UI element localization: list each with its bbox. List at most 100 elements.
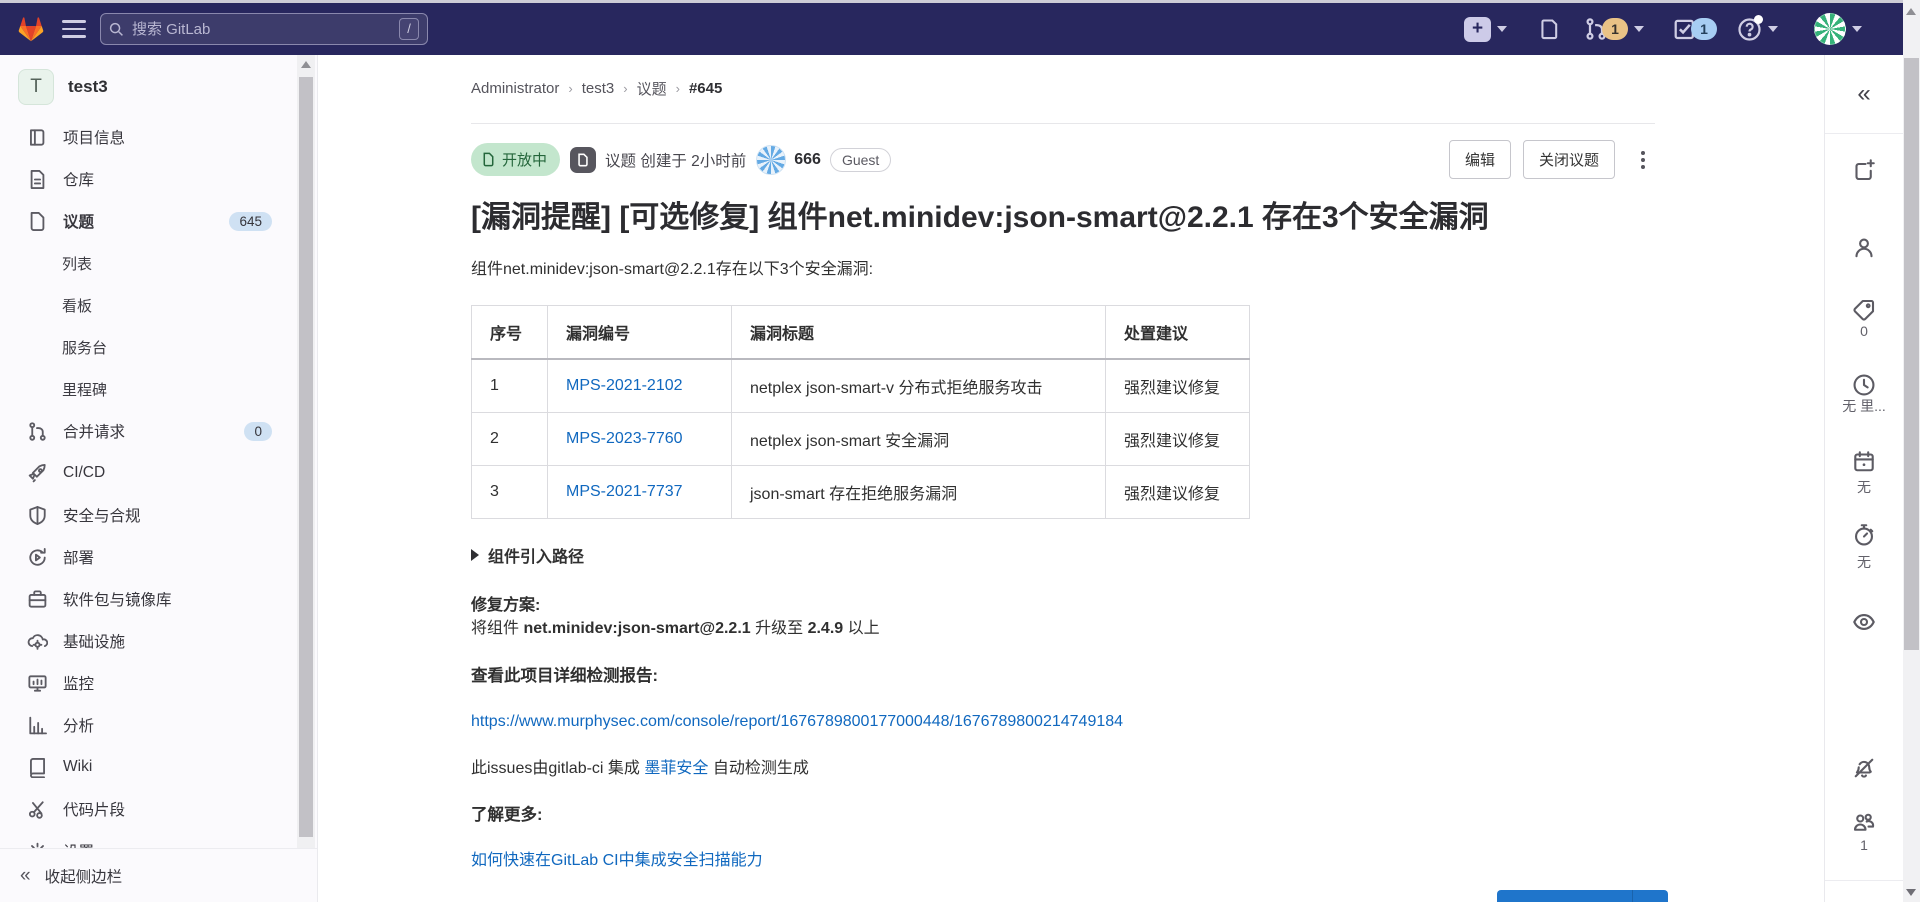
- issue-status-row: 开放中 议题 创建于 2小时前 666 Guest 编辑 关闭议题: [471, 140, 1655, 179]
- chevron-down-icon: [1852, 26, 1862, 32]
- confidentiality-button[interactable]: [1825, 610, 1903, 639]
- sidebar-item-merge-requests[interactable]: 合并请求 0: [0, 410, 298, 452]
- project-name: test3: [68, 77, 108, 96]
- sidebar-item-wiki[interactable]: Wiki: [0, 746, 298, 788]
- sidebar-item-settings[interactable]: 设置: [0, 830, 298, 848]
- gitlab-logo-icon[interactable]: [17, 16, 45, 42]
- add-todo-button[interactable]: [1825, 158, 1903, 187]
- sidebar-item-issues[interactable]: 议题 645: [0, 200, 298, 242]
- sidebar-item-security[interactable]: 安全与合规: [0, 494, 298, 536]
- page-scrollbar-thumb[interactable]: [1904, 58, 1919, 650]
- vuln-link[interactable]: MPS-2023-7760: [566, 430, 683, 447]
- milestone-value: 无 里...: [1842, 398, 1886, 414]
- table-row: 1 MPS-2021-2102 netplex json-smart-v 分布式…: [471, 358, 1250, 413]
- scroll-down-arrow-icon[interactable]: [1906, 889, 1916, 896]
- due-date-button[interactable]: [1825, 450, 1903, 479]
- issue-meta: 议题 创建于 2小时前: [605, 152, 747, 170]
- sidebar-item-snippets[interactable]: 代码片段: [0, 788, 298, 830]
- due-date-value: 无: [1857, 479, 1871, 495]
- collapse-sidebar-button[interactable]: « 收起侧边栏: [0, 848, 317, 902]
- learn-more-link[interactable]: 如何快速在GitLab CI中集成安全扫描能力: [471, 852, 763, 869]
- sidebar-item-milestones[interactable]: 里程碑: [0, 368, 298, 410]
- sidebar-item-infrastructure[interactable]: 基础设施: [0, 620, 298, 662]
- mr-dropdown-caret[interactable]: [1632, 890, 1668, 902]
- learn-more-label: 了解更多:: [471, 806, 543, 824]
- sidebar-item-issue-list[interactable]: 列表: [0, 242, 298, 284]
- table-row: 2 MPS-2023-7760 netplex json-smart 安全漏洞 …: [471, 412, 1250, 466]
- vuln-link[interactable]: MPS-2021-7737: [566, 483, 683, 500]
- murphysec-link[interactable]: 墨菲安全: [644, 760, 708, 777]
- scroll-up-arrow-icon[interactable]: [301, 61, 311, 68]
- page-scrollbar[interactable]: [1903, 0, 1920, 902]
- labels-count: 0: [1860, 323, 1868, 339]
- sidebar-item-analytics[interactable]: 分析: [0, 704, 298, 746]
- assignee-button[interactable]: [1825, 236, 1903, 265]
- report-link[interactable]: https://www.murphysec.com/console/report…: [471, 713, 1123, 730]
- global-search[interactable]: /: [100, 13, 428, 45]
- project-sidebar: T test3 项目信息 仓库 议题 645 列表 看板 服务台 里程碑 合并请…: [0, 55, 318, 902]
- sidebar-item-packages[interactable]: 软件包与镜像库: [0, 578, 298, 620]
- time-tracking-button[interactable]: [1825, 523, 1903, 552]
- sidebar-scrollbar-thumb[interactable]: [299, 77, 313, 837]
- fix-plan-label: 修复方案:: [471, 597, 541, 614]
- hamburger-menu-icon[interactable]: [62, 20, 86, 38]
- monitor-icon: [27, 673, 48, 694]
- sidebar-item-monitor[interactable]: 监控: [0, 662, 298, 704]
- create-merge-request-button[interactable]: 创建合并请求: [1497, 890, 1668, 902]
- table-row: 3 MPS-2021-7737 json-smart 存在拒绝服务漏洞 强烈建议…: [471, 465, 1250, 519]
- shield-icon: [27, 505, 48, 526]
- author-name[interactable]: 666: [794, 151, 821, 169]
- sidebar-item-deployments[interactable]: 部署: [0, 536, 298, 578]
- search-input[interactable]: [132, 20, 399, 38]
- issues-icon: [27, 211, 48, 232]
- rocket-icon: [27, 463, 48, 484]
- todo-count-badge: 1: [1691, 18, 1717, 40]
- sidebar-item-cicd[interactable]: CI/CD: [0, 452, 298, 494]
- new-menu-button[interactable]: +: [1464, 3, 1507, 55]
- window-top-edge: [0, 0, 1920, 3]
- sidebar-item-repository[interactable]: 仓库: [0, 158, 298, 200]
- sidebar-item-service-desk[interactable]: 服务台: [0, 326, 298, 368]
- help-menu-button[interactable]: [1737, 3, 1778, 55]
- more-actions-icon[interactable]: [1631, 144, 1655, 176]
- participants-button[interactable]: [1825, 811, 1903, 840]
- sidebar-item-project-info[interactable]: 项目信息: [0, 116, 298, 158]
- issue-actions: 编辑 关闭议题: [1448, 140, 1655, 179]
- time-tracking-value: 无: [1857, 554, 1871, 570]
- sidebar-scrollbar[interactable]: [297, 55, 315, 848]
- user-menu-button[interactable]: [1814, 3, 1862, 55]
- document-icon: [27, 169, 48, 190]
- chevron-down-icon: [1497, 26, 1507, 32]
- author-avatar[interactable]: [756, 144, 787, 175]
- todos-button[interactable]: 1: [1673, 3, 1717, 55]
- status-badge: 开放中: [471, 143, 561, 176]
- participants-count: 1: [1860, 837, 1868, 853]
- issues-icon: [1541, 19, 1558, 40]
- package-icon: [27, 589, 48, 610]
- issues-shortcut-button[interactable]: [1539, 3, 1561, 55]
- project-header[interactable]: T test3: [18, 69, 108, 105]
- breadcrumb: Administrator › test3 › 议题 › #645: [471, 78, 723, 99]
- scroll-up-arrow-icon[interactable]: [1906, 8, 1916, 15]
- merge-request-icon: [27, 421, 48, 442]
- breadcrumb-issues[interactable]: 议题: [637, 78, 667, 99]
- component-path-toggle[interactable]: 组件引入路径: [471, 543, 1655, 567]
- close-issue-button[interactable]: 关闭议题: [1522, 140, 1615, 179]
- notifications-muted-button[interactable]: [1825, 756, 1903, 785]
- merge-requests-button[interactable]: 1: [1584, 3, 1644, 55]
- chevrons-left-icon: «: [20, 864, 31, 886]
- breadcrumb-project[interactable]: test3: [582, 80, 615, 97]
- sidebar-item-boards[interactable]: 看板: [0, 284, 298, 326]
- chart-icon: [27, 715, 48, 736]
- expand-sidebar-button[interactable]: «: [1825, 55, 1903, 134]
- mr-count-badge: 1: [1602, 18, 1628, 40]
- issue-title: [漏洞提醒] [可选修复] 组件net.minidev:json-smart@2…: [471, 201, 1489, 234]
- report-label: 查看此项目详细检测报告:: [471, 667, 658, 685]
- issue-intro: 组件net.minidev:json-smart@2.2.1存在以下3个安全漏洞…: [471, 261, 874, 278]
- vuln-link[interactable]: MPS-2021-2102: [566, 377, 683, 394]
- top-navbar: / + 1 1: [0, 3, 1903, 55]
- issue-open-icon: [483, 152, 494, 167]
- edit-button[interactable]: 编辑: [1448, 140, 1511, 179]
- table-header-row: 序号 漏洞编号 漏洞标题 处置建议: [471, 305, 1250, 360]
- breadcrumb-administrator[interactable]: Administrator: [471, 80, 559, 97]
